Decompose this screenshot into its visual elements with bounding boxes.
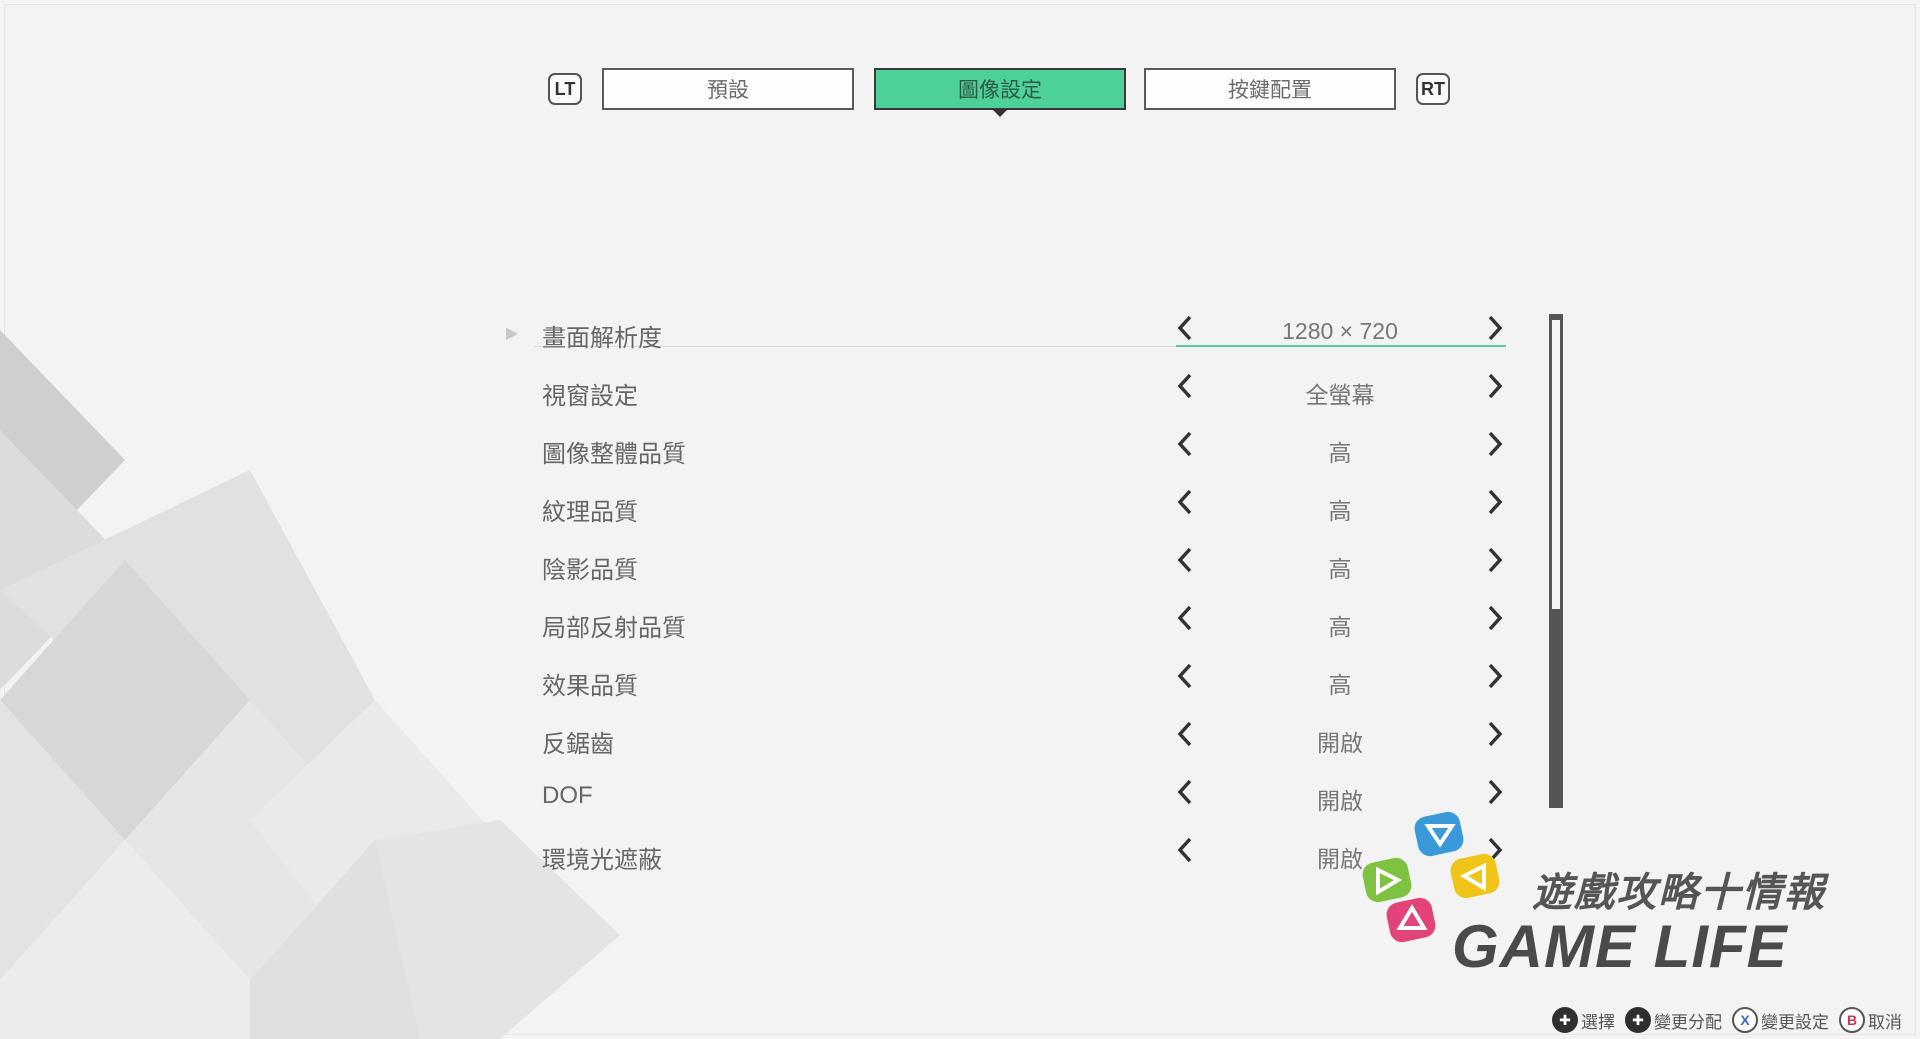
chevron-left-icon[interactable] xyxy=(1172,312,1198,344)
chevron-left-icon[interactable] xyxy=(1172,370,1198,402)
hint-item: ✚ 選擇 xyxy=(1552,1007,1615,1033)
chevron-right-icon[interactable] xyxy=(1482,428,1508,460)
setting-row[interactable]: DOF 開啟 xyxy=(504,770,1504,828)
rt-button[interactable]: RT xyxy=(1416,73,1450,105)
chevron-left-icon[interactable] xyxy=(1172,428,1198,460)
b-button-icon: B xyxy=(1839,1007,1865,1033)
setting-row[interactable]: 環境光遮蔽 開啟 xyxy=(504,828,1504,886)
watermark-chinese: 遊戲攻略十情報 xyxy=(1532,871,1826,915)
setting-row[interactable]: 陰影品質 高 xyxy=(504,538,1504,596)
setting-value: 高 xyxy=(1328,556,1352,582)
setting-label: 環境光遮蔽 xyxy=(542,847,662,874)
chevron-right-icon[interactable] xyxy=(1482,718,1508,750)
setting-row[interactable]: 圖像整體品質 高 xyxy=(504,422,1504,480)
tab-graphics[interactable]: 圖像設定 xyxy=(874,68,1126,117)
setting-label: 視窗設定 xyxy=(542,383,638,410)
setting-label: 畫面解析度 xyxy=(542,325,662,352)
watermark-english: GAME LIFE xyxy=(1452,913,1788,980)
hint-label: 取消 xyxy=(1868,1012,1902,1032)
setting-value: 高 xyxy=(1328,614,1352,640)
settings-list: ▶ 畫面解析度 1280 × 720 視窗設定 全螢幕 圖像整體品質高紋理品質高陰影品質高… xyxy=(504,306,1506,886)
setting-row[interactable]: 反鋸齒 開啟 xyxy=(504,712,1504,770)
chevron-right-icon[interactable] xyxy=(1482,544,1508,576)
chevron-left-icon[interactable] xyxy=(1172,486,1198,518)
chevron-right-icon[interactable] xyxy=(1482,312,1508,344)
value-underline xyxy=(1176,345,1506,347)
setting-value: 開啟 xyxy=(1317,730,1363,756)
setting-row[interactable]: ▶ 畫面解析度 1280 × 720 xyxy=(504,306,1506,364)
chevron-left-icon[interactable] xyxy=(1172,776,1198,808)
setting-label: 效果品質 xyxy=(542,673,638,700)
setting-label: 反鋸齒 xyxy=(542,731,614,758)
setting-value: 高 xyxy=(1328,498,1352,524)
setting-label: 紋理品質 xyxy=(542,499,638,526)
selection-marker-icon: ▶ xyxy=(506,325,519,342)
hint-label: 變更分配 xyxy=(1654,1012,1722,1032)
chevron-left-icon[interactable] xyxy=(1172,602,1198,634)
setting-value: 全螢幕 xyxy=(1305,382,1375,408)
hint-item: B 取消 xyxy=(1839,1007,1902,1033)
setting-row[interactable]: 紋理品質 高 xyxy=(504,480,1504,538)
tab-preset[interactable]: 預設 xyxy=(602,68,854,110)
tab-keybind[interactable]: 按鍵配置 xyxy=(1144,68,1396,110)
chevron-left-icon[interactable] xyxy=(1172,834,1198,866)
lt-button[interactable]: LT xyxy=(548,73,582,105)
setting-label: 圖像整體品質 xyxy=(542,441,686,468)
setting-label: DOF xyxy=(542,782,593,809)
hint-item: ✚ 變更分配 xyxy=(1625,1007,1722,1033)
chevron-right-icon[interactable] xyxy=(1482,486,1508,518)
setting-value: 1280 × 720 xyxy=(1282,318,1398,344)
chevron-right-icon[interactable] xyxy=(1482,370,1508,402)
hint-label: 變更設定 xyxy=(1761,1012,1829,1032)
button-hints: ✚ 選擇 ✚ 變更分配 X 變更設定 B 取消 xyxy=(1542,1007,1902,1033)
setting-value: 高 xyxy=(1328,672,1352,698)
chevron-right-icon[interactable] xyxy=(1482,776,1508,808)
setting-label: 局部反射品質 xyxy=(542,615,686,642)
tab-bar: LT 預設 圖像設定 按鍵配置 RT xyxy=(548,68,1450,117)
dpad-icon: ✚ xyxy=(1552,1007,1578,1033)
chevron-right-icon[interactable] xyxy=(1482,602,1508,634)
hint-item: X 變更設定 xyxy=(1732,1007,1829,1033)
chevron-left-icon[interactable] xyxy=(1172,660,1198,692)
setting-label: 陰影品質 xyxy=(542,557,638,584)
setting-row[interactable]: 視窗設定 全螢幕 xyxy=(504,364,1504,422)
dpad-icon: ✚ xyxy=(1625,1007,1651,1033)
scrollbar-thumb[interactable] xyxy=(1552,320,1560,609)
x-button-icon: X xyxy=(1732,1007,1758,1033)
chevron-right-icon[interactable] xyxy=(1482,660,1508,692)
setting-value: 高 xyxy=(1328,440,1352,466)
chevron-left-icon[interactable] xyxy=(1172,718,1198,750)
setting-row[interactable]: 效果品質 高 xyxy=(504,654,1504,712)
setting-row[interactable]: 局部反射品質 高 xyxy=(504,596,1504,654)
chevron-left-icon[interactable] xyxy=(1172,544,1198,576)
hint-label: 選擇 xyxy=(1581,1012,1615,1032)
